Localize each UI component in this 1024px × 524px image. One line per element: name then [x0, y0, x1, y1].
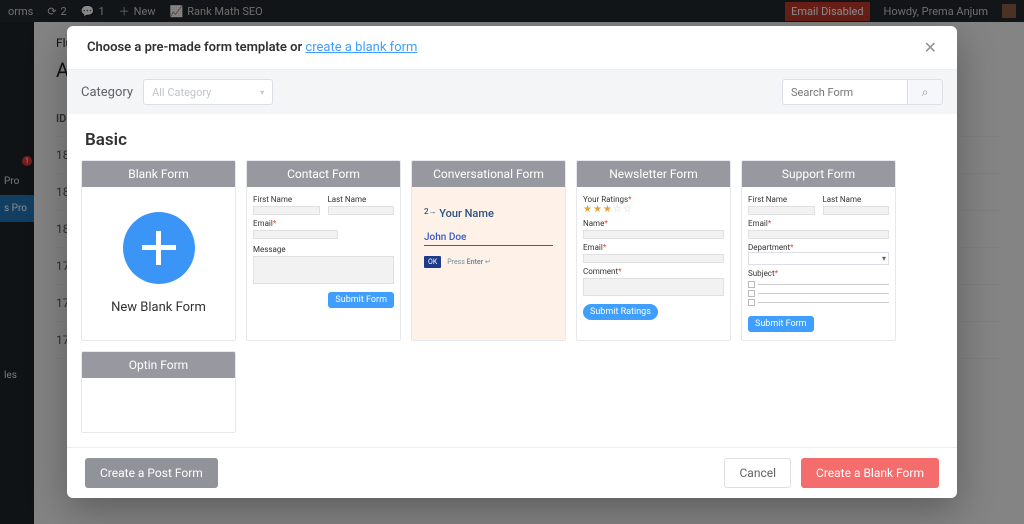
label-comment: Comment* — [583, 267, 724, 276]
create-blank-form-button[interactable]: Create a Blank Form — [801, 458, 939, 488]
preview-input — [328, 206, 395, 215]
preview-submit-button: Submit Form — [328, 292, 394, 308]
label-first-name: First Name — [253, 195, 320, 204]
search-input[interactable] — [782, 79, 907, 105]
ok-button: OK — [424, 256, 441, 268]
template-card-newsletter[interactable]: Newsletter Form Your Ratings* ★★★☆☆ Name… — [576, 160, 731, 341]
cancel-button[interactable]: Cancel — [724, 458, 791, 488]
label-email: Email* — [583, 243, 724, 252]
create-blank-link[interactable]: create a blank form — [305, 40, 417, 55]
preview-select: ▾ — [748, 252, 889, 265]
card-title: Optin Form — [82, 352, 235, 378]
preview-input — [253, 230, 338, 239]
create-post-form-button[interactable]: Create a Post Form — [85, 458, 218, 488]
category-select[interactable]: All Category ▾ — [143, 79, 273, 105]
blank-form-label: New Blank Form — [111, 300, 206, 315]
template-card-optin[interactable]: Optin Form — [81, 351, 236, 433]
category-label: Category — [81, 85, 133, 100]
label-subject: Subject* — [748, 269, 889, 278]
modal-header: Choose a pre-made form template or creat… — [67, 26, 957, 70]
convo-answer: John Doe — [424, 232, 553, 246]
category-placeholder: All Category — [152, 86, 211, 99]
template-modal: Choose a pre-made form template or creat… — [67, 26, 957, 498]
modal-body: Basic Blank Form New Blank Form Contact … — [67, 114, 957, 447]
label-last-name: Last Name — [328, 195, 395, 204]
preview-input — [583, 230, 724, 239]
template-grid: Blank Form New Blank Form Contact Form F… — [81, 160, 943, 433]
search-button[interactable]: ⌕ — [907, 79, 943, 105]
filter-bar: Category All Category ▾ ⌕ — [67, 70, 957, 114]
card-title: Blank Form — [82, 161, 235, 187]
label-ratings: Your Ratings* — [583, 195, 724, 204]
search-icon: ⌕ — [922, 85, 929, 100]
preview-submit-button: Submit Form — [748, 316, 814, 332]
modal-title: Choose a pre-made form template or creat… — [87, 40, 417, 55]
modal-overlay: Choose a pre-made form template or creat… — [0, 0, 1024, 524]
preview-submit-button: Submit Ratings — [583, 304, 658, 320]
preview-textarea — [253, 256, 394, 284]
enter-hint: Press Enter ↵ — [447, 258, 491, 266]
preview-input — [583, 254, 724, 263]
convo-ok-line: OK Press Enter ↵ — [424, 256, 553, 268]
card-title: Conversational Form — [412, 161, 565, 187]
preview-input — [253, 206, 320, 215]
template-card-contact[interactable]: Contact Form First Name Last Name Email*… — [246, 160, 401, 341]
preview-input — [748, 230, 889, 239]
preview-textarea — [583, 278, 724, 296]
card-title: Contact Form — [247, 161, 400, 187]
star-rating: ★★★☆☆ — [583, 204, 724, 215]
close-icon[interactable]: ✕ — [924, 38, 937, 57]
card-title: Newsletter Form — [577, 161, 730, 187]
template-card-blank[interactable]: Blank Form New Blank Form — [81, 160, 236, 341]
label-email: Email* — [253, 219, 394, 228]
label-message: Message — [253, 245, 394, 254]
label-last-name: Last Name — [823, 195, 890, 204]
convo-prompt: 2→ Your Name — [424, 207, 553, 220]
template-card-support[interactable]: Support Form First Name Last Name Email*… — [741, 160, 896, 341]
preview-input — [823, 206, 890, 215]
modal-footer: Create a Post Form Cancel Create a Blank… — [67, 447, 957, 498]
section-title: Basic — [85, 130, 939, 150]
preview-input — [748, 206, 815, 215]
chevron-down-icon: ▾ — [260, 88, 264, 97]
label-email: Email* — [748, 219, 889, 228]
plus-icon — [123, 212, 195, 284]
modal-title-text: Choose a pre-made form template or — [87, 40, 305, 55]
card-title: Support Form — [742, 161, 895, 187]
label-department: Department* — [748, 243, 889, 252]
chevron-down-icon: ▾ — [882, 254, 886, 263]
label-first-name: First Name — [748, 195, 815, 204]
label-name: Name* — [583, 219, 724, 228]
search-group: ⌕ — [782, 79, 943, 105]
template-card-conversational[interactable]: Conversational Form 2→ Your Name John Do… — [411, 160, 566, 341]
preview-checklist — [748, 281, 889, 306]
